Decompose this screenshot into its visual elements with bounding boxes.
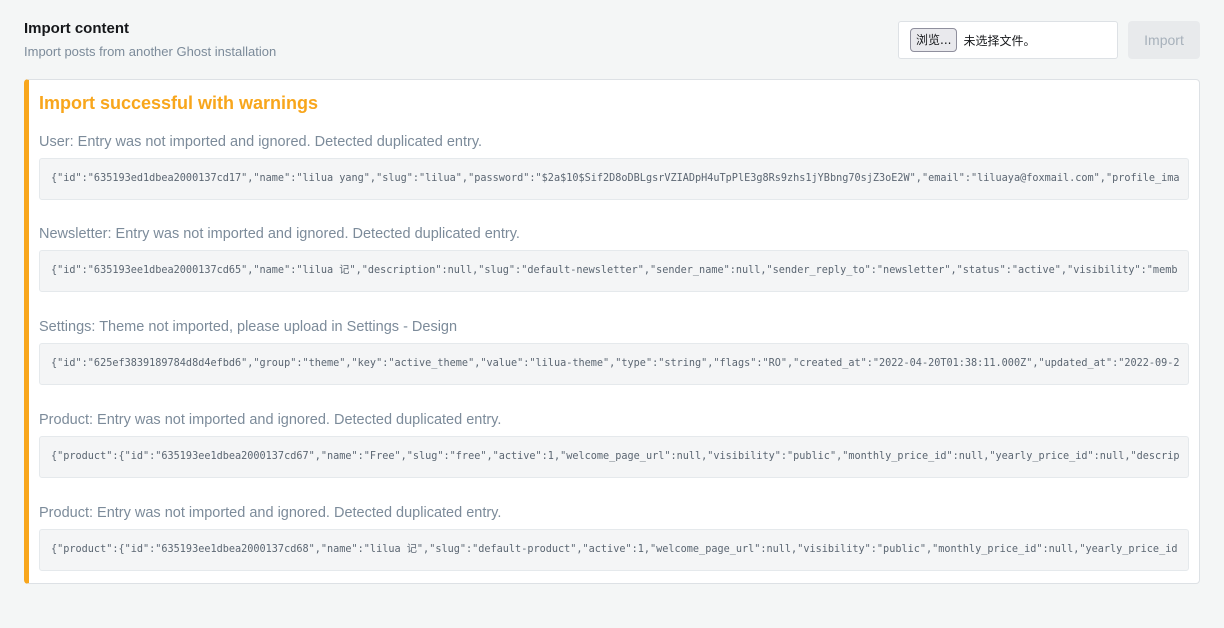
- import-result-title: Import successful with warnings: [39, 93, 319, 113]
- warning-item: Settings: Theme not imported, please upl…: [39, 317, 1189, 385]
- warning-code-block: {"id":"625ef3839189784d8d4efbd6","group"…: [39, 343, 1189, 385]
- warning-message: Settings: Theme not imported, please upl…: [39, 319, 458, 335]
- warning-item: Product: Entry was not imported and igno…: [39, 503, 1189, 571]
- import-settings-page: Import content Import posts from another…: [0, 0, 1224, 628]
- warning-item: Newsletter: Entry was not imported and i…: [39, 224, 1189, 292]
- file-status-text: 未选择文件。: [963, 33, 1036, 48]
- warning-code-block: {"product":{"id":"635193ee1dbea2000137cd…: [39, 529, 1189, 571]
- import-content-title: Import content: [24, 20, 129, 37]
- warning-item: User: Entry was not imported and ignored…: [39, 132, 1189, 200]
- file-input[interactable]: 浏览... 未选择文件。: [898, 21, 1118, 59]
- warning-message: User: Entry was not imported and ignored…: [39, 134, 483, 150]
- warning-code-block: {"id":"635193ee1dbea2000137cd65","name":…: [39, 250, 1189, 292]
- warning-code-block: {"product":{"id":"635193ee1dbea2000137cd…: [39, 436, 1189, 478]
- warning-message: Newsletter: Entry was not imported and i…: [39, 226, 520, 242]
- warning-item: Product: Entry was not imported and igno…: [39, 410, 1189, 478]
- warning-message: Product: Entry was not imported and igno…: [39, 505, 502, 521]
- warning-message: Product: Entry was not imported and igno…: [39, 412, 502, 428]
- import-content-header: Import content Import posts from another…: [24, 20, 1200, 60]
- import-content-description: Import posts from another Ghost installa…: [24, 44, 277, 59]
- warning-code-block: {"id":"635193ed1dbea2000137cd17","name":…: [39, 158, 1189, 200]
- import-button[interactable]: Import: [1128, 21, 1200, 59]
- import-result-panel: Import successful with warnings User: En…: [24, 79, 1200, 584]
- browse-button[interactable]: 浏览...: [910, 28, 958, 52]
